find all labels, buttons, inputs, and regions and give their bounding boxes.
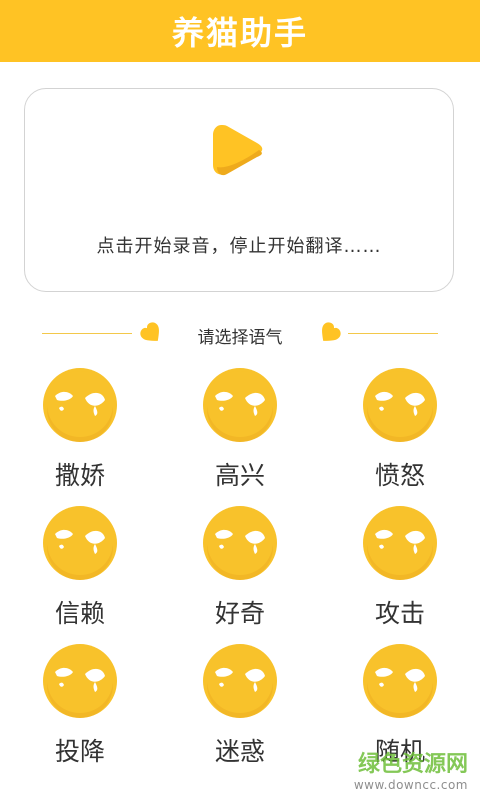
mood-section-label: 请选择语气: [197, 328, 283, 348]
mood-label: 投降: [54, 737, 105, 766]
cat-face-icon: [203, 368, 277, 442]
watermark-title: 绿色资源网: [357, 752, 468, 777]
mood-item-sajiao[interactable]: 撒娇: [20, 366, 140, 496]
watermark: 绿色资源网 www.downcc.com: [354, 746, 468, 792]
cat-face-icon: [203, 506, 277, 580]
mood-item-touxiang[interactable]: 投降: [20, 642, 140, 772]
mood-label: 愤怒: [374, 461, 425, 490]
heart-icon: [322, 322, 341, 341]
mood-label: 撒娇: [54, 461, 105, 490]
divider-line-left: [42, 333, 132, 334]
play-icon[interactable]: [207, 119, 269, 181]
mood-item-mihuo[interactable]: 迷惑: [180, 642, 300, 772]
heart-icon: [140, 322, 159, 341]
mood-label: 高兴: [214, 461, 265, 490]
watermark-url: www.downcc.com: [353, 778, 468, 792]
app-title: 养猫助手: [171, 14, 308, 52]
mood-item-haoqi[interactable]: 好奇: [180, 504, 300, 634]
mood-item-xinlai[interactable]: 信赖: [20, 504, 140, 634]
mood-label: 信赖: [54, 599, 105, 628]
mood-item-gongji[interactable]: 攻击: [340, 504, 460, 634]
app-header: 养猫助手: [0, 0, 480, 62]
cat-face-icon: [363, 644, 437, 718]
divider-line-right: [348, 333, 438, 334]
mood-label: 好奇: [214, 599, 265, 628]
record-card: 点击开始录音，停止开始翻译……: [24, 88, 454, 292]
mood-section-header: 请选择语气: [42, 318, 438, 350]
mood-label: 攻击: [374, 599, 425, 628]
cat-face-icon: [43, 368, 117, 442]
record-hint: 点击开始录音，停止开始翻译……: [96, 236, 382, 257]
cat-face-icon: [43, 644, 117, 718]
mood-label: 迷惑: [214, 737, 265, 766]
cat-face-icon: [363, 506, 437, 580]
mood-item-fennu[interactable]: 愤怒: [340, 366, 460, 496]
cat-face-icon: [363, 368, 437, 442]
cat-face-icon: [203, 644, 277, 718]
cat-face-icon: [43, 506, 117, 580]
mood-item-gaoxing[interactable]: 高兴: [180, 366, 300, 496]
